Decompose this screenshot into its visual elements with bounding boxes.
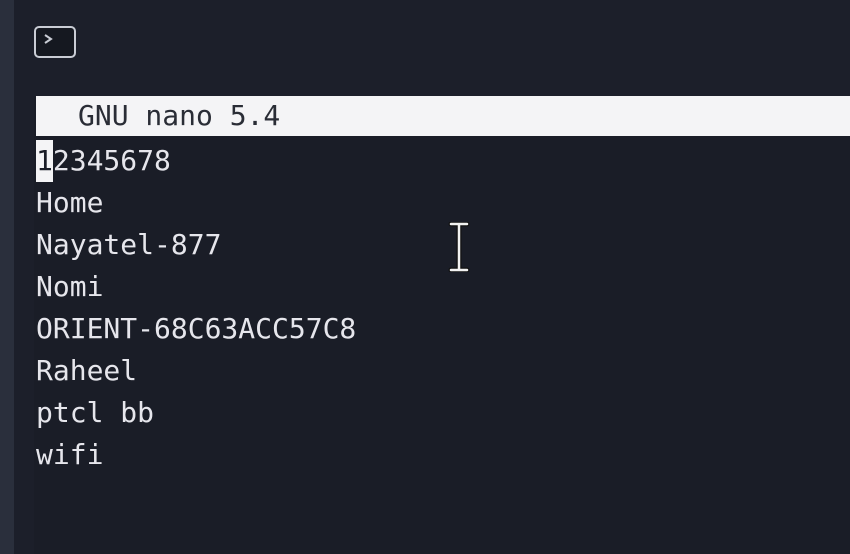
prompt-glyph-icon [44, 34, 53, 44]
terminal-window: GNU nano 5.4 12345678 Home Nayatel-877 N… [0, 0, 850, 554]
buffer-line[interactable]: ORIENT-68C63ACC57C8 [36, 308, 356, 350]
buffer-line[interactable]: Home [36, 182, 356, 224]
nano-version-title: GNU nano 5.4 [78, 99, 281, 132]
text-cursor: 1 [36, 140, 53, 182]
buffer-line[interactable]: Nomi [36, 266, 356, 308]
left-edge-strip [0, 0, 14, 554]
buffer-line[interactable]: ptcl bb [36, 392, 356, 434]
buffer-line[interactable]: 12345678 [36, 140, 356, 182]
nano-buffer[interactable]: 12345678 Home Nayatel-877 Nomi ORIENT-68… [36, 140, 356, 476]
text-cursor-ibeam-icon [448, 221, 470, 277]
buffer-line[interactable]: wifi [36, 434, 356, 476]
buffer-line[interactable]: Nayatel-877 [36, 224, 356, 266]
terminal-icon[interactable] [34, 26, 76, 58]
terminal-titlebar [14, 0, 850, 92]
nano-header-bar: GNU nano 5.4 [36, 96, 850, 136]
buffer-line[interactable]: Raheel [36, 350, 356, 392]
buffer-line-text: 2345678 [52, 144, 171, 177]
